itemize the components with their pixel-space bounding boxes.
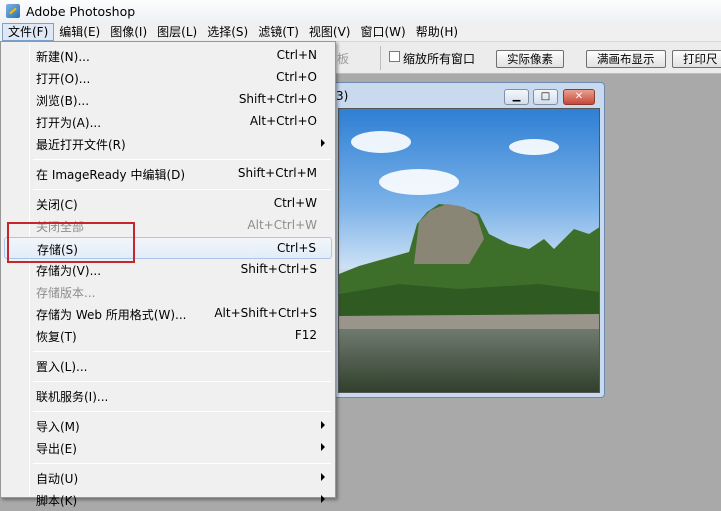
menu-help[interactable]: 帮助(H) <box>411 23 463 41</box>
toolbar-divider <box>380 46 381 70</box>
menu-item-label: 导出(E) <box>36 442 77 456</box>
menu-view[interactable]: 视图(V) <box>304 23 356 41</box>
title-bar: Adobe Photoshop <box>0 0 721 22</box>
document-window[interactable]: 3) ▁ □ ✕ <box>331 82 605 398</box>
menu-item-label: 置入(L)... <box>36 360 88 374</box>
submenu-arrow-icon <box>321 443 325 451</box>
submenu-arrow-icon <box>321 139 325 147</box>
menu-item-shortcut: Alt+Ctrl+O <box>249 114 317 128</box>
menu-item-shortcut: F12 <box>294 328 317 342</box>
photo-mountain <box>339 204 599 329</box>
menu-item-label: 打开为(A)... <box>36 116 102 130</box>
menu-item-label: 联机服务(I)... <box>36 390 109 404</box>
menu-filter[interactable]: 滤镜(T) <box>253 23 304 41</box>
submenu-arrow-icon <box>321 495 325 503</box>
menu-item-label: 存储版本... <box>36 286 96 300</box>
menu-item-label: 关闭(C) <box>36 198 78 212</box>
menu-item-label: 打开(O)... <box>36 72 91 86</box>
menu-item-shortcut: Alt+Shift+Ctrl+S <box>214 306 317 320</box>
menu-item-label: 导入(M) <box>36 420 80 434</box>
menu-item-label: 浏览(B)... <box>36 94 90 108</box>
photo-lake <box>339 329 599 392</box>
menu-edit[interactable]: 编辑(E) <box>54 23 105 41</box>
resize-windows-checkbox[interactable] <box>389 51 400 62</box>
menu-item-online-services[interactable]: 联机服务(I)... <box>4 385 332 407</box>
menu-item-place[interactable]: 置入(L)... <box>4 355 332 377</box>
menu-separator <box>33 381 331 382</box>
menu-separator <box>33 189 331 190</box>
print-size-button[interactable]: 打印尺 <box>672 50 721 68</box>
menu-item-revert[interactable]: 恢复(T) F12 <box>4 325 332 347</box>
menu-layer[interactable]: 图层(L) <box>152 23 202 41</box>
photo-cloud <box>509 139 559 155</box>
photo-cloud <box>379 169 459 195</box>
menu-separator <box>33 159 331 160</box>
menu-item-close[interactable]: 关闭(C) Ctrl+W <box>4 193 332 215</box>
menu-item-label: 在 ImageReady 中编辑(D) <box>36 168 186 182</box>
menu-item-label: 最近打开文件(R) <box>36 138 126 152</box>
minimize-icon[interactable]: ▁ <box>504 89 529 105</box>
actual-pixels-button[interactable]: 实际像素 <box>496 50 564 68</box>
close-icon[interactable]: ✕ <box>563 89 595 105</box>
menu-bar: 文件(F) 编辑(E) 图像(I) 图层(L) 选择(S) 滤镜(T) 视图(V… <box>0 22 721 42</box>
menu-item-save-version: 存储版本... <box>4 281 332 303</box>
menu-window[interactable]: 窗口(W) <box>355 23 410 41</box>
submenu-arrow-icon <box>321 421 325 429</box>
menu-item-shortcut: Ctrl+N <box>276 48 317 62</box>
menu-item-import[interactable]: 导入(M) <box>4 415 332 437</box>
photoshop-logo-icon <box>6 4 20 18</box>
menu-item-open-as[interactable]: 打开为(A)... Alt+Ctrl+O <box>4 111 332 133</box>
app-title: Adobe Photoshop <box>26 3 136 19</box>
menu-item-label: 恢复(T) <box>36 330 77 344</box>
maximize-icon[interactable]: □ <box>533 89 558 105</box>
menu-item-shortcut: Alt+Ctrl+W <box>247 218 317 232</box>
menu-item-edit-in-imageready[interactable]: 在 ImageReady 中编辑(D) Shift+Ctrl+M <box>4 163 332 185</box>
menu-item-scripts[interactable]: 脚本(K) <box>4 489 332 511</box>
menu-item-browse[interactable]: 浏览(B)... Shift+Ctrl+O <box>4 89 332 111</box>
document-title: 3) <box>336 89 349 103</box>
menu-item-export[interactable]: 导出(E) <box>4 437 332 459</box>
menu-item-shortcut: Shift+Ctrl+S <box>240 262 317 276</box>
menu-image[interactable]: 图像(I) <box>105 23 152 41</box>
menu-item-automate[interactable]: 自动(U) <box>4 467 332 489</box>
menu-item-shortcut: Shift+Ctrl+M <box>237 166 317 180</box>
menu-item-save-for-web[interactable]: 存储为 Web 所用格式(W)... Alt+Shift+Ctrl+S <box>4 303 332 325</box>
resize-windows-label: 缩放所有窗口 <box>403 52 476 66</box>
document-canvas[interactable] <box>338 108 600 393</box>
menu-item-label: 自动(U) <box>36 472 79 486</box>
menu-file[interactable]: 文件(F) <box>2 22 55 41</box>
photo-cloud <box>351 131 411 153</box>
menu-separator <box>33 411 331 412</box>
file-menu: 新建(N)... Ctrl+N 打开(O)... Ctrl+O 浏览(B)...… <box>0 41 336 508</box>
menu-item-shortcut: Ctrl+S <box>276 241 316 255</box>
menu-item-shortcut: Shift+Ctrl+O <box>238 92 317 106</box>
menu-item-recent-files[interactable]: 最近打开文件(R) <box>4 133 332 155</box>
menu-item-new[interactable]: 新建(N)... Ctrl+N <box>4 45 332 67</box>
menu-separator <box>33 351 331 352</box>
menu-item-label: 新建(N)... <box>36 50 90 64</box>
menu-select[interactable]: 选择(S) <box>202 23 253 41</box>
toolbar-partial-label: 板 <box>337 52 350 66</box>
menu-item-shortcut: Ctrl+W <box>273 196 317 210</box>
menu-item-label: 存储为(V)... <box>36 264 102 278</box>
submenu-arrow-icon <box>321 473 325 481</box>
annotation-highlight-box <box>7 222 135 263</box>
menu-item-open[interactable]: 打开(O)... Ctrl+O <box>4 67 332 89</box>
fit-screen-button[interactable]: 满画布显示 <box>586 50 666 68</box>
menu-item-label: 存储为 Web 所用格式(W)... <box>36 308 187 322</box>
menu-item-label: 脚本(K) <box>36 494 78 508</box>
menu-item-shortcut: Ctrl+O <box>276 70 317 84</box>
menu-separator <box>33 463 331 464</box>
